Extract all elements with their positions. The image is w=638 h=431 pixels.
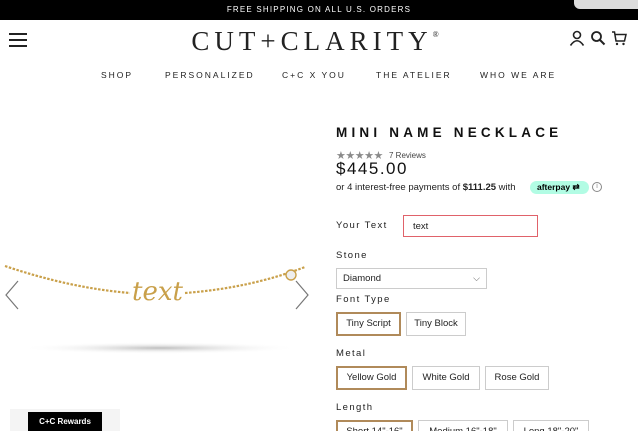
chain-left — [4, 264, 131, 295]
afterpay-prefix: or 4 interest-free payments of — [336, 182, 461, 193]
afterpay-amount: $111.25 — [462, 182, 497, 193]
product-title: MINI NAME NECKLACE — [336, 125, 563, 140]
length-option-long[interactable]: Long 18"-20" — [513, 420, 589, 431]
info-icon[interactable]: i — [592, 182, 602, 192]
stone-select-value: Diamond — [343, 273, 382, 284]
logo-trademark: ® — [432, 30, 439, 39]
site-logo[interactable]: CUT+CLARITY® — [180, 26, 450, 57]
font-option-tiny-block[interactable]: Tiny Block — [406, 312, 466, 336]
diamond-stone — [285, 269, 297, 281]
font-option-tiny-script[interactable]: Tiny Script — [336, 312, 401, 336]
necklace-shadow — [20, 342, 300, 354]
nav-the-atelier[interactable]: THE ATELIER — [376, 70, 452, 80]
nav-personalized[interactable]: PERSONALIZED — [165, 70, 255, 80]
search-icon[interactable] — [590, 30, 606, 46]
your-text-label: Your Text — [336, 220, 388, 231]
promo-banner: FREE SHIPPING ON ALL U.S. ORDERS — [0, 0, 638, 20]
font-type-label: Font Type — [336, 294, 391, 305]
metal-option-white-gold[interactable]: White Gold — [412, 366, 480, 390]
menu-icon[interactable] — [9, 33, 27, 47]
next-image-arrow[interactable] — [294, 280, 310, 310]
your-text-input[interactable] — [403, 215, 538, 237]
metal-label: Metal — [336, 348, 367, 359]
rewards-button[interactable]: C+C Rewards — [28, 412, 102, 431]
account-icon[interactable] — [569, 30, 585, 46]
promo-corner-tab — [574, 0, 638, 9]
afterpay-brand: afterpay — [537, 182, 571, 192]
chevron-down-icon: ⌵ — [473, 273, 480, 283]
cart-icon[interactable] — [611, 30, 627, 46]
afterpay-suffix: with — [498, 182, 516, 193]
prev-image-arrow[interactable] — [4, 280, 20, 310]
product-price: $445.00 — [336, 159, 408, 178]
necklace-text: text — [132, 277, 183, 307]
afterpay-message: or 4 interest-free payments of $111.25 w… — [336, 182, 516, 193]
nav-shop[interactable]: SHOP — [101, 70, 133, 80]
chain-right — [184, 265, 306, 295]
logo-text: CUT+CLARITY — [191, 26, 433, 56]
afterpay-logo[interactable]: afterpay ⇄ — [530, 181, 589, 194]
length-option-short[interactable]: Short 14"-16" — [336, 420, 413, 431]
stone-label: Stone — [336, 250, 368, 261]
nav-who-we-are[interactable]: WHO WE ARE — [480, 70, 556, 80]
product-image: text — [4, 264, 306, 354]
main-nav: SHOP PERSONALIZED C+C X YOU THE ATELIER … — [0, 70, 638, 86]
length-option-medium[interactable]: Medium 16"-18" — [418, 420, 508, 431]
stone-select[interactable]: Diamond ⌵ — [336, 268, 487, 289]
site-header: CUT+CLARITY® — [0, 20, 638, 64]
metal-option-yellow-gold[interactable]: Yellow Gold — [336, 366, 407, 390]
length-label: Length — [336, 402, 374, 413]
nav-cc-x-you[interactable]: C+C X YOU — [282, 70, 346, 80]
metal-option-rose-gold[interactable]: Rose Gold — [485, 366, 549, 390]
